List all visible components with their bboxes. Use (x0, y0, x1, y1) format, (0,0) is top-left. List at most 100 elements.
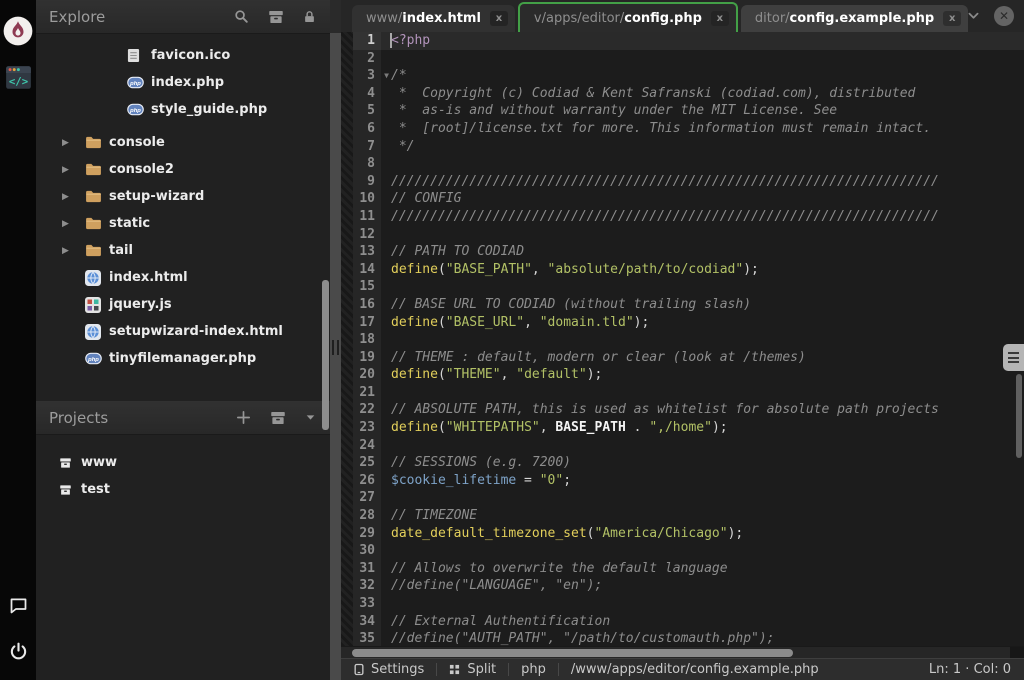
code-line-19[interactable]: 19// THEME : default, modern or clear (l… (341, 349, 1024, 367)
code-line-32[interactable]: 32//define("LANGUAGE", "en"); (341, 577, 1024, 595)
editor-hscrollbar-thumb[interactable] (352, 649, 793, 658)
expand-arrow-icon[interactable]: ▶ (59, 165, 85, 175)
add-project-icon[interactable] (235, 409, 252, 426)
line-number: 11 (353, 208, 381, 226)
code-line-4[interactable]: 4 * Copyright (c) Codiad & Kent Safransk… (341, 85, 1024, 103)
code-line-14[interactable]: 14define("BASE_PATH", "absolute/path/to/… (341, 261, 1024, 279)
file-name: setup-wizard (109, 189, 204, 204)
code-line-26[interactable]: 26$cookie_lifetime = "0"; (341, 472, 1024, 490)
fold-toggle-icon[interactable]: ▼ (384, 67, 389, 85)
power-icon[interactable] (3, 636, 33, 666)
code-line-20[interactable]: 20define("THEME", "default"); (341, 366, 1024, 384)
code-line-16[interactable]: 16// BASE URL TO CODIAD (without trailin… (341, 296, 1024, 314)
tab-bar: www/index.htmlxv/apps/editor/config.phpx… (341, 0, 1024, 32)
code-text: //define("LANGUAGE", "en"); (381, 577, 1024, 595)
sidebar-scrollbar-thumb[interactable] (322, 280, 329, 430)
code-text (381, 384, 1024, 402)
code-line-30[interactable]: 30 (341, 542, 1024, 560)
tab-close-icon[interactable]: x (711, 11, 729, 26)
tree-item-index.html[interactable]: index.html (36, 264, 330, 291)
code-line-11[interactable]: 11//////////////////////////////////////… (341, 208, 1024, 226)
sidebar-splitter[interactable] (330, 0, 341, 680)
code-line-13[interactable]: 13// PATH TO CODIAD (341, 243, 1024, 261)
code-line-3[interactable]: 3▼/* (341, 67, 1024, 85)
tree-item-tinyfilemanager.php[interactable]: phptinyfilemanager.php (36, 345, 330, 372)
codiad-logo-icon[interactable] (3, 16, 33, 46)
code-line-23[interactable]: 23define("WHITEPATHS", BASE_PATH . ",/ho… (341, 419, 1024, 437)
code-line-6[interactable]: 6 * [root]/license.txt for more. This in… (341, 120, 1024, 138)
code-line-5[interactable]: 5 * as-is and without warranty under the… (341, 102, 1024, 120)
code-line-8[interactable]: 8 (341, 155, 1024, 173)
panel-drag-handle-icon[interactable] (1003, 344, 1024, 371)
editor-vscrollbar-thumb[interactable] (1016, 374, 1022, 458)
tree-item-console2[interactable]: ▶console2 (36, 156, 330, 183)
line-number: 21 (353, 384, 381, 402)
search-icon[interactable] (233, 8, 250, 25)
code-line-17[interactable]: 17define("BASE_URL", "domain.tld"); (341, 314, 1024, 332)
tree-item-jquery.js[interactable]: jquery.js (36, 291, 330, 318)
code-line-34[interactable]: 34// External Authentification (341, 613, 1024, 631)
project-item-www[interactable]: www (36, 449, 330, 476)
tab-close-icon[interactable]: x (943, 11, 961, 26)
expand-arrow-icon[interactable]: ▶ (59, 138, 85, 148)
lock-icon[interactable] (302, 9, 317, 25)
project-box-icon (58, 483, 74, 497)
code-editor[interactable]: 1<?php23▼/*4 * Copyright (c) Codiad & Ke… (341, 32, 1024, 646)
line-number: 28 (353, 507, 381, 525)
tree-item-favicon.ico[interactable]: favicon.ico (36, 42, 330, 69)
code-line-7[interactable]: 7 */ (341, 138, 1024, 156)
tab-list-chevron-icon[interactable] (965, 9, 982, 23)
tab-index.html[interactable]: www/index.htmlx (352, 5, 515, 32)
archive-icon[interactable] (269, 409, 287, 427)
file-name: jquery.js (109, 297, 172, 312)
collapse-caret-icon[interactable] (304, 411, 317, 424)
code-text: * [root]/license.txt for more. This info… (381, 120, 1024, 138)
code-line-27[interactable]: 27 (341, 489, 1024, 507)
code-line-28[interactable]: 28// TIMEZONE (341, 507, 1024, 525)
code-line-33[interactable]: 33 (341, 595, 1024, 613)
code-line-24[interactable]: 24 (341, 437, 1024, 455)
php-icon: php (127, 103, 145, 116)
code-line-2[interactable]: 2 (341, 50, 1024, 68)
expand-arrow-icon[interactable]: ▶ (59, 219, 85, 229)
tab-config.php[interactable]: v/apps/editor/config.phpx (518, 2, 738, 32)
code-line-29[interactable]: 29date_default_timezone_set("America/Chi… (341, 525, 1024, 543)
close-all-icon[interactable]: ✕ (994, 6, 1014, 26)
tree-item-setupwizard-index.html[interactable]: setupwizard-index.html (36, 318, 330, 345)
explore-header: Explore (36, 0, 330, 34)
archive-icon[interactable] (267, 8, 285, 26)
tree-item-style_guide.php[interactable]: phpstyle_guide.php (36, 96, 330, 123)
code-line-21[interactable]: 21 (341, 384, 1024, 402)
expand-arrow-icon[interactable]: ▶ (59, 246, 85, 256)
tree-item-index.php[interactable]: phpindex.php (36, 69, 330, 96)
settings-button[interactable]: Settings (354, 662, 424, 677)
projects-title: Projects (49, 409, 108, 427)
code-editor-icon[interactable]: </> (3, 62, 33, 92)
left-icon-rail: </> (0, 0, 36, 680)
tree-item-tail[interactable]: ▶tail (36, 237, 330, 264)
code-line-9[interactable]: 9///////////////////////////////////////… (341, 173, 1024, 191)
tree-item-console[interactable]: ▶console (36, 129, 330, 156)
split-button[interactable]: Split (449, 662, 496, 677)
line-number: 2 (353, 50, 381, 68)
file-tree: favicon.icophpindex.phpphpstyle_guide.ph… (36, 34, 330, 372)
code-line-1[interactable]: 1<?php (341, 32, 1024, 50)
tab-path-prefix: ditor/ (755, 11, 790, 26)
tab-config.example.php[interactable]: ditor/config.example.phpx (741, 5, 968, 32)
code-line-18[interactable]: 18 (341, 331, 1024, 349)
code-line-15[interactable]: 15 (341, 278, 1024, 296)
tree-item-setup-wizard[interactable]: ▶ setup-wizard (36, 183, 330, 210)
code-line-12[interactable]: 12 (341, 226, 1024, 244)
tab-close-icon[interactable]: x (490, 11, 508, 26)
code-line-31[interactable]: 31// Allows to overwrite the default lan… (341, 560, 1024, 578)
code-line-22[interactable]: 22// ABSOLUTE PATH, this is used as whit… (341, 401, 1024, 419)
chat-icon[interactable] (3, 590, 33, 620)
tree-item-static[interactable]: ▶static (36, 210, 330, 237)
code-line-35[interactable]: 35//define("AUTH_PATH", "/path/to/custom… (341, 630, 1024, 646)
line-number: 26 (353, 472, 381, 490)
code-line-25[interactable]: 25// SESSIONS (e.g. 7200) (341, 454, 1024, 472)
project-item-test[interactable]: test (36, 476, 330, 503)
mode-selector[interactable]: php (521, 662, 546, 677)
expand-arrow-icon[interactable]: ▶ (59, 192, 85, 202)
code-line-10[interactable]: 10// CONFIG (341, 190, 1024, 208)
